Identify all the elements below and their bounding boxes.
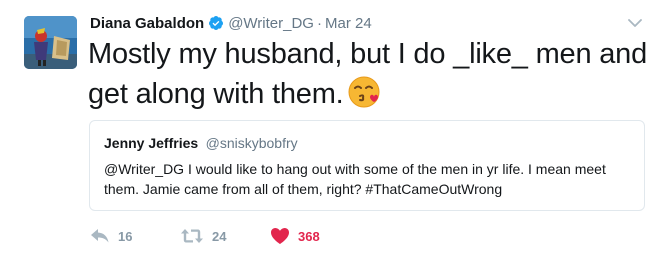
avatar[interactable] (24, 16, 77, 69)
quoted-tweet-header: Jenny Jeffries @sniskybobfry (104, 135, 298, 153)
chevron-down-icon[interactable] (627, 16, 643, 28)
quoted-tweet-text: @Writer_DG I would like to hang out with… (104, 161, 606, 197)
retweet-button[interactable]: 24 (180, 228, 270, 244)
heart-icon (270, 227, 290, 245)
kissing-face-emoji-icon (348, 75, 382, 109)
tweet-header: Diana Gabaldon @Writer_DG · Mar 24 (90, 12, 372, 34)
author-name[interactable]: Diana Gabaldon (90, 15, 204, 32)
retweet-count: 24 (212, 228, 227, 244)
quoted-author-handle: @sniskybobfry (205, 135, 298, 151)
reply-icon (90, 228, 110, 244)
separator-dot: · (316, 14, 322, 32)
timestamp[interactable]: Mar 24 (325, 15, 372, 32)
quoted-tweet[interactable]: Jenny Jeffries @sniskybobfry @Writer_DG … (89, 120, 645, 211)
verified-badge-icon (208, 15, 224, 31)
tweet[interactable]: Diana Gabaldon @Writer_DG · Mar 24 Mostl… (0, 0, 666, 259)
reply-button[interactable]: 16 (90, 228, 180, 244)
reply-count: 16 (118, 228, 133, 244)
tweet-text: Mostly my husband, but I do _like_ men a… (88, 34, 648, 114)
retweet-icon (180, 228, 204, 244)
author-handle[interactable]: @Writer_DG (228, 15, 314, 32)
like-button[interactable]: 368 (270, 227, 320, 245)
quoted-author-name: Jenny Jeffries (104, 135, 199, 151)
tweet-actions: 16 24 368 (90, 226, 320, 246)
like-count: 368 (298, 228, 320, 244)
